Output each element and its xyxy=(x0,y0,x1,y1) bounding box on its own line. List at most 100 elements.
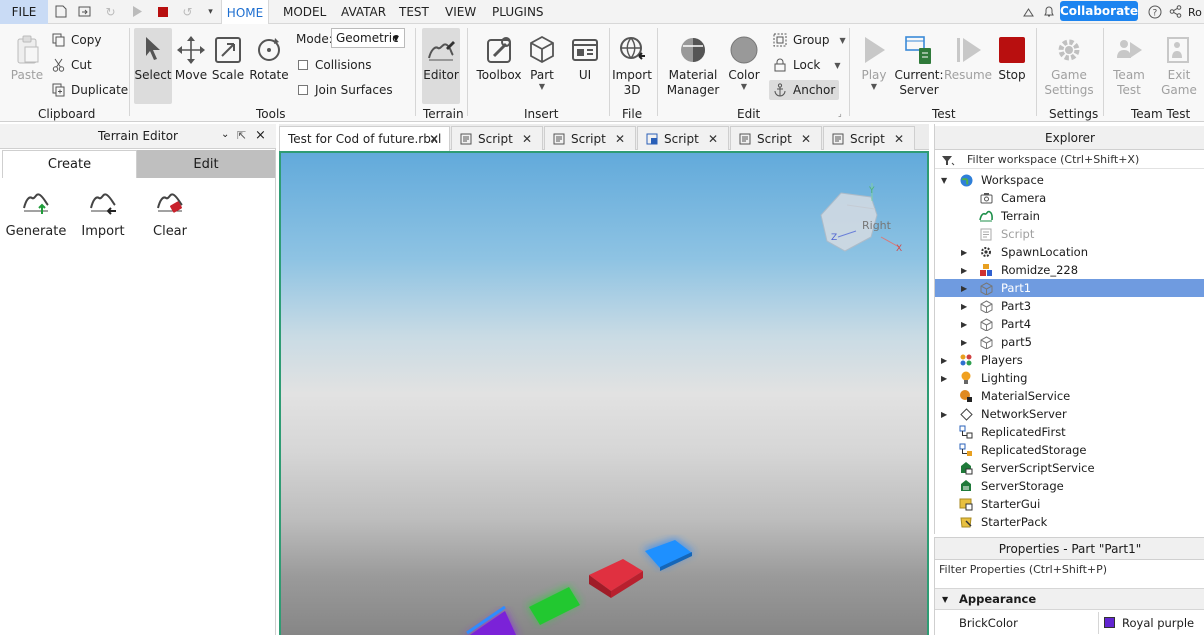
color-button[interactable]: Color ▼ xyxy=(727,34,761,91)
view-cube[interactable]: Right Y Z X xyxy=(820,183,902,254)
redo-icon[interactable]: ↻ xyxy=(103,4,118,19)
exit-game-button[interactable]: Exit Game xyxy=(1160,34,1198,98)
move-button[interactable]: Move xyxy=(174,34,208,83)
tree-item-camera[interactable]: Camera xyxy=(935,189,1204,207)
tab-test[interactable]: TEST xyxy=(399,0,429,24)
generate-tool[interactable]: Generate xyxy=(6,190,66,239)
tab-model[interactable]: MODEL xyxy=(283,0,326,24)
tree-item-players[interactable]: ▶ Players xyxy=(935,351,1204,369)
notification-bell-icon[interactable] xyxy=(1041,4,1056,19)
undock-icon[interactable]: ⇱ xyxy=(237,129,246,142)
chevron-down-icon[interactable]: ⌄ xyxy=(221,129,229,140)
close-icon[interactable]: × xyxy=(255,128,266,143)
select-button[interactable]: Select xyxy=(134,28,172,104)
tree-item-terrain[interactable]: Terrain xyxy=(935,207,1204,225)
play-quick-icon[interactable] xyxy=(129,4,144,19)
tab-place-file[interactable]: Test for Cod of future.rbxl ✕ xyxy=(279,126,450,151)
paste-button[interactable]: Paste xyxy=(8,34,46,83)
tab-edit[interactable]: Edit xyxy=(137,150,275,178)
tree-item-part3[interactable]: ▶ Part3 xyxy=(935,297,1204,315)
publish-icon[interactable] xyxy=(77,4,92,19)
material-manager-button[interactable]: Material Manager xyxy=(667,34,719,98)
property-row-brickcolor[interactable]: BrickColor Royal purple xyxy=(935,612,1204,634)
tab-script[interactable]: Script ✕ xyxy=(730,126,822,150)
stop-quick-icon[interactable] xyxy=(155,4,170,19)
explorer-filter-input[interactable]: Filter workspace (Ctrl+Shift+X) xyxy=(935,151,1204,169)
expand-icon[interactable]: ⌟ xyxy=(838,109,842,118)
tab-script[interactable]: Script ✕ xyxy=(451,126,543,150)
expand-arrow-icon[interactable]: ▶ xyxy=(961,302,969,311)
close-icon[interactable]: ✕ xyxy=(615,132,625,146)
part5[interactable] xyxy=(643,538,695,571)
close-icon[interactable]: ✕ xyxy=(522,132,532,146)
rotate-button[interactable]: Rotate xyxy=(249,34,289,83)
tab-local-script[interactable]: Script ✕ xyxy=(637,126,729,150)
toolbox-button[interactable]: Toolbox xyxy=(476,34,522,83)
copy-button[interactable]: Copy xyxy=(52,33,101,47)
tree-item-networkserver[interactable]: ▶ NetworkServer xyxy=(935,405,1204,423)
file-menu[interactable]: FILE xyxy=(0,0,48,24)
play-button[interactable]: Play ▼ xyxy=(857,34,891,91)
collisions-checkbox[interactable]: Collisions xyxy=(298,58,372,72)
import-3d-button[interactable]: Import 3D xyxy=(612,34,652,98)
group-button[interactable]: Group ▼ xyxy=(773,33,846,47)
duplicate-button[interactable]: Duplicate xyxy=(52,83,128,97)
expand-arrow-icon[interactable]: ▶ xyxy=(961,248,969,257)
user-menu[interactable]: Ro xyxy=(1188,0,1202,24)
tab-script[interactable]: Script ✕ xyxy=(823,126,915,150)
help-icon[interactable]: ? xyxy=(1147,4,1162,19)
tab-plugins[interactable]: PLUGINS xyxy=(492,0,544,24)
tree-item-part4[interactable]: ▶ Part4 xyxy=(935,315,1204,333)
join-surfaces-checkbox[interactable]: Join Surfaces xyxy=(298,83,393,97)
tree-item-part1[interactable]: ▶ Part1 xyxy=(935,279,1204,297)
expand-arrow-icon[interactable]: ▶ xyxy=(961,266,969,275)
part4[interactable] xyxy=(589,559,643,598)
tree-item-part5[interactable]: ▶ part5 xyxy=(935,333,1204,351)
appearance-section[interactable]: ▼ Appearance xyxy=(935,588,1204,610)
tree-item-spawnlocation[interactable]: ▶ SpawnLocation xyxy=(935,243,1204,261)
undo-icon[interactable]: ↺ xyxy=(180,4,195,19)
expand-arrow-icon[interactable]: ▶ xyxy=(961,338,969,347)
current-server-button[interactable]: Current: Server xyxy=(894,34,944,98)
3d-viewport[interactable]: Right Y Z X xyxy=(279,151,929,635)
expand-arrow-icon[interactable]: ▶ xyxy=(961,284,969,293)
part3[interactable] xyxy=(527,585,581,625)
tree-item-startergui[interactable]: StarterGui xyxy=(935,495,1204,513)
clear-tool[interactable]: Clear xyxy=(148,190,192,239)
collapse-arrow-icon[interactable]: ▼ xyxy=(941,176,949,185)
tree-item-replicatedfirst[interactable]: ReplicatedFirst xyxy=(935,423,1204,441)
expand-arrow-icon[interactable]: ▶ xyxy=(961,320,969,329)
stop-button[interactable]: Stop xyxy=(996,34,1028,83)
new-file-icon[interactable] xyxy=(53,4,68,19)
property-value[interactable]: Royal purple xyxy=(1122,616,1194,630)
part-button[interactable]: Part ▼ xyxy=(526,34,558,91)
tab-create[interactable]: Create xyxy=(2,150,137,178)
tree-item-lighting[interactable]: ▶ Lighting xyxy=(935,369,1204,387)
tree-item-script[interactable]: Script xyxy=(935,225,1204,243)
tree-item-starterpack[interactable]: StarterPack xyxy=(935,513,1204,531)
close-icon[interactable]: ✕ xyxy=(801,132,811,146)
team-test-button[interactable]: Team Test xyxy=(1110,34,1148,98)
tab-script[interactable]: Script ✕ xyxy=(544,126,636,150)
tab-home[interactable]: HOME xyxy=(221,0,269,25)
close-icon[interactable]: ✕ xyxy=(894,132,904,146)
tree-item-serverstorage[interactable]: ServerStorage xyxy=(935,477,1204,495)
cloud-icon[interactable] xyxy=(1021,4,1036,19)
tab-view[interactable]: VIEW xyxy=(445,0,476,24)
properties-filter-input[interactable]: Filter Properties (Ctrl+Shift+P) xyxy=(939,563,1107,576)
ui-button[interactable]: UI xyxy=(569,34,601,83)
cut-button[interactable]: Cut xyxy=(52,58,92,72)
import-tool[interactable]: Import xyxy=(78,190,128,239)
terrain-editor-button[interactable]: Editor xyxy=(422,28,460,104)
game-settings-button[interactable]: Game Settings xyxy=(1044,34,1094,98)
expand-arrow-icon[interactable]: ▶ xyxy=(941,410,949,419)
expand-arrow-icon[interactable]: ▶ xyxy=(941,374,949,383)
collaborate-button[interactable]: Collaborate xyxy=(1060,1,1138,21)
part1[interactable] xyxy=(463,605,519,635)
tab-avatar[interactable]: AVATAR xyxy=(341,0,386,24)
share-icon[interactable] xyxy=(1168,4,1183,19)
tree-item-romidze-228[interactable]: ▶ Romidze_228 xyxy=(935,261,1204,279)
tree-item-replicatedstorage[interactable]: ReplicatedStorage xyxy=(935,441,1204,459)
expand-arrow-icon[interactable]: ▶ xyxy=(941,356,949,365)
close-icon[interactable]: ✕ xyxy=(708,132,718,146)
